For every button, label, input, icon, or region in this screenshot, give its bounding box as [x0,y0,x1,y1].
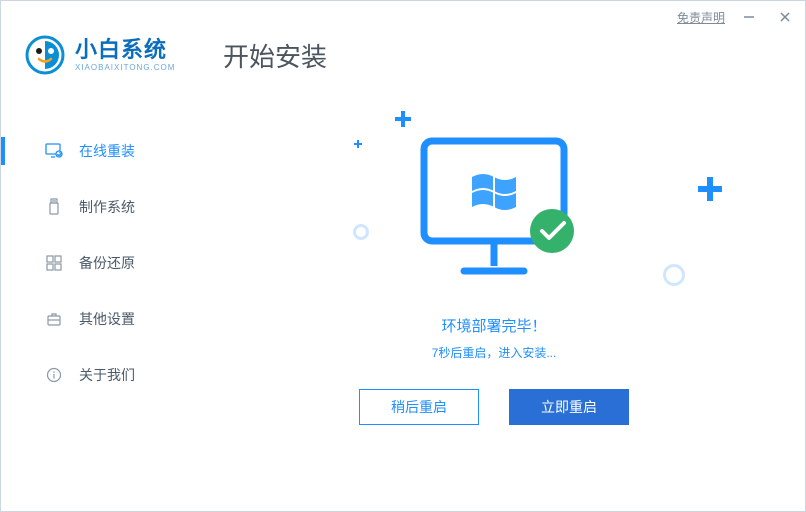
sidebar-item-make-system[interactable]: 制作系统 [1,179,193,235]
minimize-button[interactable] [737,8,761,26]
actions: 稍后重启 立即重启 [359,389,629,425]
sidebar-item-label: 在线重装 [79,141,135,161]
sidebar: 小白系统 XIAOBAIXITONG.COM 在 [1,29,193,511]
body: 小白系统 XIAOBAIXITONG.COM 在 [1,29,805,511]
disclaimer-link[interactable]: 免责声明 [677,9,725,26]
nav: 在线重装 制作系统 [1,123,193,403]
monitor-success-icon [404,131,584,291]
illustration-stage: 环境部署完毕！ 7秒后重启，进入安装... 稍后重启 立即重启 [223,84,765,481]
brand: 小白系统 XIAOBAIXITONG.COM [1,29,193,99]
restart-later-button[interactable]: 稍后重启 [359,389,479,425]
sidebar-item-label: 关于我们 [79,365,135,385]
status-sub: 7秒后重启，进入安装... [432,344,557,361]
sidebar-item-backup-restore[interactable]: 备份还原 [1,235,193,291]
restart-now-button[interactable]: 立即重启 [509,389,629,425]
monitor-reinstall-icon [45,142,63,160]
sidebar-item-label: 制作系统 [79,197,135,217]
sidebar-item-online-reinstall[interactable]: 在线重装 [1,123,193,179]
titlebar: 免责声明 [1,1,805,29]
brand-logo-icon [25,35,65,75]
page-title: 开始安装 [223,37,765,74]
toolbox-icon [45,310,63,328]
brand-name-en: XIAOBAIXITONG.COM [75,63,175,72]
app-window: 免责声明 小白系统 XIAOBAIXITONG.COM [0,0,806,512]
brand-text: 小白系统 XIAOBAIXITONG.COM [75,39,175,72]
decorative-circle-icon [353,224,369,240]
info-icon [45,366,63,384]
grid-icon [45,254,63,272]
brand-name-cn: 小白系统 [75,39,175,61]
close-button[interactable] [773,8,797,26]
status-title: 环境部署完毕！ [441,315,546,336]
sidebar-item-other-settings[interactable]: 其他设置 [1,291,193,347]
usb-icon [45,198,63,216]
sidebar-item-about[interactable]: 关于我们 [1,347,193,403]
decorative-circle-icon [663,264,685,286]
sidebar-item-label: 其他设置 [79,309,135,329]
main: 开始安装 [193,29,805,511]
sidebar-item-label: 备份还原 [79,253,135,273]
